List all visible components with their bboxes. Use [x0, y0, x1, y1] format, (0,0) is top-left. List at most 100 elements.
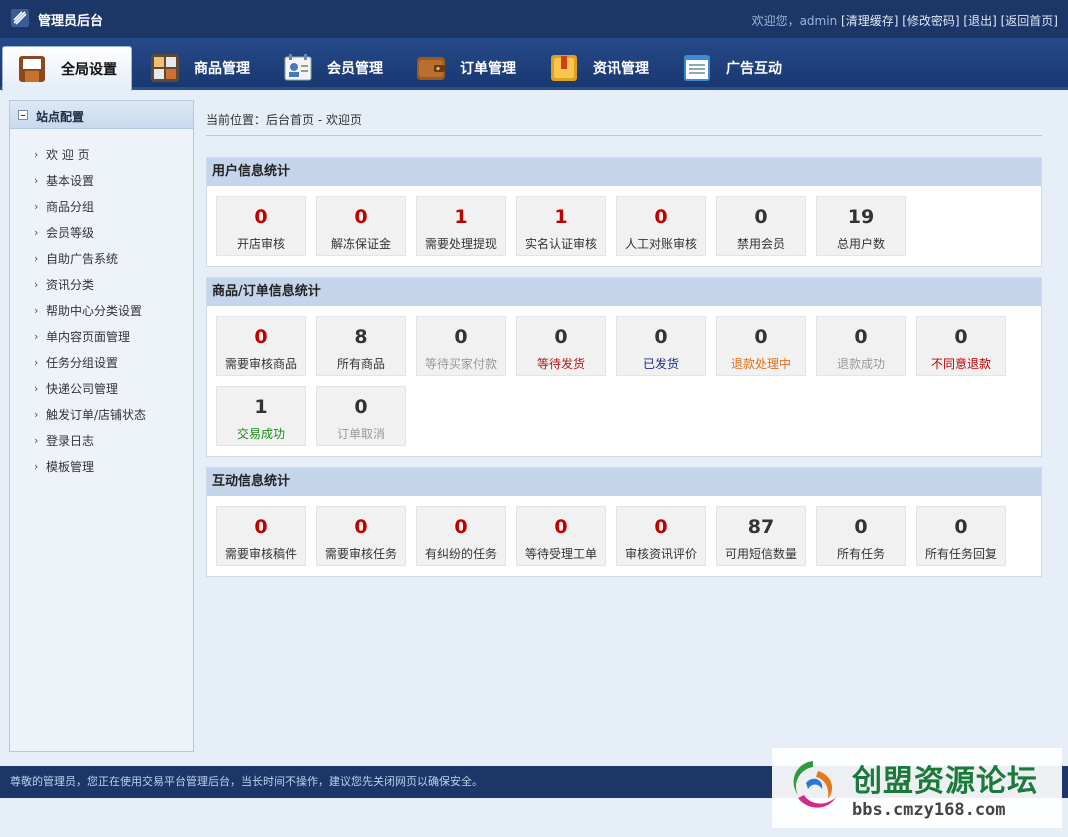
stat-value: 8 — [354, 326, 368, 348]
clear-cache-link[interactable]: [清理缓存] — [841, 14, 898, 28]
stat-label: 等待发货 — [536, 357, 585, 371]
sidebar-item-single-pages[interactable]: › 单内容页面管理 — [10, 327, 193, 353]
sidebar-item-product-groups[interactable]: › 商品分组 — [10, 197, 193, 223]
chevron-right-icon: › — [34, 200, 39, 213]
sidebar-item-label: 模板管理 — [46, 460, 95, 474]
tab-member-management[interactable]: 会员管理 — [283, 46, 403, 90]
sidebar-item-label: 欢 迎 页 — [46, 148, 90, 162]
stat-card[interactable]: 87 可用短信数量 — [716, 506, 806, 566]
sidebar-item-task-groups[interactable]: › 任务分组设置 — [10, 353, 193, 379]
welcome-text: 欢迎您，admin — [751, 14, 838, 28]
stat-label: 等待受理工单 — [524, 547, 597, 561]
stat-card[interactable]: 0 不同意退款 — [916, 316, 1006, 376]
chevron-right-icon: › — [34, 382, 39, 395]
member-card-icon — [283, 53, 313, 83]
change-password-link[interactable]: [修改密码] — [902, 14, 959, 28]
stat-card[interactable]: 1 交易成功 — [216, 386, 306, 446]
stat-card[interactable]: 0 解冻保证金 — [316, 196, 406, 256]
sidebar-item-news-categories[interactable]: › 资讯分类 — [10, 275, 193, 301]
chevron-right-icon: › — [34, 330, 39, 343]
sidebar-item-label: 资讯分类 — [46, 278, 95, 292]
sidebar-item-self-ad-system[interactable]: › 自助广告系统 — [10, 249, 193, 275]
sidebar-item-basic-settings[interactable]: › 基本设置 — [10, 171, 193, 197]
stat-label: 需要审核任务 — [324, 547, 397, 561]
sidebar-item-label: 快递公司管理 — [46, 382, 119, 396]
stat-label: 解冻保证金 — [330, 237, 391, 251]
stat-card[interactable]: 8 所有商品 — [316, 316, 406, 376]
stat-card[interactable]: 0 等待发货 — [516, 316, 606, 376]
panel-title: 用户信息统计 — [207, 158, 1041, 186]
tab-product-management[interactable]: 商品管理 — [150, 46, 270, 90]
stat-value: 1 — [554, 206, 568, 228]
stat-label: 所有任务 — [836, 547, 885, 561]
stat-card[interactable]: 0 开店审核 — [216, 196, 306, 256]
stat-card[interactable]: 0 需要审核稿件 — [216, 506, 306, 566]
tab-label: 会员管理 — [327, 61, 383, 77]
sidebar-item-member-levels[interactable]: › 会员等级 — [10, 223, 193, 249]
stat-card[interactable]: 0 退款处理中 — [716, 316, 806, 376]
sidebar-item-templates[interactable]: › 模板管理 — [10, 457, 193, 483]
main-content: 当前位置：后台首页 - 欢迎页 用户信息统计 0 开店审核 0 解冻保证金 1 需要处理提… — [206, 100, 1042, 577]
collapse-icon[interactable] — [18, 110, 28, 120]
sidebar-item-welcome[interactable]: › 欢 迎 页 — [10, 145, 193, 171]
stat-value: 0 — [354, 396, 368, 418]
stat-value: 1 — [454, 206, 468, 228]
panel-title: 互动信息统计 — [207, 468, 1041, 496]
stat-value: 0 — [454, 516, 468, 538]
tab-label: 全局设置 — [61, 62, 117, 78]
stat-card[interactable]: 0 需要审核任务 — [316, 506, 406, 566]
stat-card[interactable]: 0 退款成功 — [816, 316, 906, 376]
stat-card[interactable]: 0 已发货 — [616, 316, 706, 376]
folder-icon — [549, 53, 579, 83]
breadcrumb: 当前位置：后台首页 - 欢迎页 — [206, 100, 1042, 136]
stat-value: 0 — [654, 206, 668, 228]
stat-value: 0 — [354, 516, 368, 538]
stat-card[interactable]: 0 禁用会员 — [716, 196, 806, 256]
stat-value: 0 — [254, 206, 268, 228]
stat-card[interactable]: 0 人工对账审核 — [616, 196, 706, 256]
watermark-url: bbs.cmzy168.com — [852, 800, 1006, 820]
stat-card[interactable]: 0 审核资讯评价 — [616, 506, 706, 566]
stat-value: 0 — [954, 516, 968, 538]
stat-card[interactable]: 0 等待买家付款 — [416, 316, 506, 376]
chevron-right-icon: › — [34, 174, 39, 187]
sidebar-item-label: 基本设置 — [46, 174, 95, 188]
stat-card[interactable]: 0 等待受理工单 — [516, 506, 606, 566]
stat-label: 审核资讯评价 — [624, 547, 697, 561]
sidebar-menu: › 欢 迎 页 › 基本设置 › 商品分组 › 会员等级 › 自助广告系统 › 资讯分类 ›… — [10, 129, 193, 483]
sidebar-item-trigger-status[interactable]: › 触发订单/店铺状态 — [10, 405, 193, 431]
watermark-logo-icon — [793, 761, 836, 808]
sidebar-item-express-companies[interactable]: › 快递公司管理 — [10, 379, 193, 405]
sidebar: 站点配置 › 欢 迎 页 › 基本设置 › 商品分组 › 会员等级 › 自助广告系统 › 资… — [9, 100, 194, 752]
sidebar-item-label: 帮助中心分类设置 — [46, 304, 143, 318]
stat-label: 可用短信数量 — [724, 547, 797, 561]
stat-card[interactable]: 0 有纠纷的任务 — [416, 506, 506, 566]
tab-news-management[interactable]: 资讯管理 — [549, 46, 669, 90]
stat-card[interactable]: 19 总用户数 — [816, 196, 906, 256]
stat-label: 需要审核稿件 — [224, 547, 297, 561]
stat-card[interactable]: 0 所有任务 — [816, 506, 906, 566]
sidebar-header[interactable]: 站点配置 — [10, 101, 193, 129]
tab-global-settings[interactable]: 全局设置 — [2, 46, 132, 91]
sidebar-item-label: 任务分组设置 — [46, 356, 119, 370]
stat-card[interactable]: 1 需要处理提现 — [416, 196, 506, 256]
stat-card[interactable]: 1 实名认证审核 — [516, 196, 606, 256]
sidebar-item-help-categories[interactable]: › 帮助中心分类设置 — [10, 301, 193, 327]
chevron-right-icon: › — [34, 460, 39, 473]
stat-card[interactable]: 0 订单取消 — [316, 386, 406, 446]
stat-card[interactable]: 0 所有任务回复 — [916, 506, 1006, 566]
tab-ad-interaction[interactable]: 广告互动 — [682, 46, 802, 90]
logout-link[interactable]: [退出] — [963, 14, 996, 28]
stat-label: 需要处理提现 — [424, 237, 497, 251]
interaction-stats-panel: 互动信息统计 0 需要审核稿件 0 需要审核任务 0 有纠纷的任务 0 等待受理工单 0 审核资讯… — [206, 467, 1042, 577]
stat-label: 有纠纷的任务 — [424, 547, 497, 561]
sidebar-item-login-log[interactable]: › 登录日志 — [10, 431, 193, 457]
stat-value: 1 — [254, 396, 268, 418]
tab-order-management[interactable]: 订单管理 — [416, 46, 536, 90]
back-home-link[interactable]: [返回首页] — [1001, 14, 1058, 28]
tab-label: 广告互动 — [726, 61, 782, 77]
stat-label: 禁用会员 — [736, 237, 785, 251]
stat-card[interactable]: 0 需要审核商品 — [216, 316, 306, 376]
chevron-right-icon: › — [34, 148, 39, 161]
chevron-right-icon: › — [34, 226, 39, 239]
